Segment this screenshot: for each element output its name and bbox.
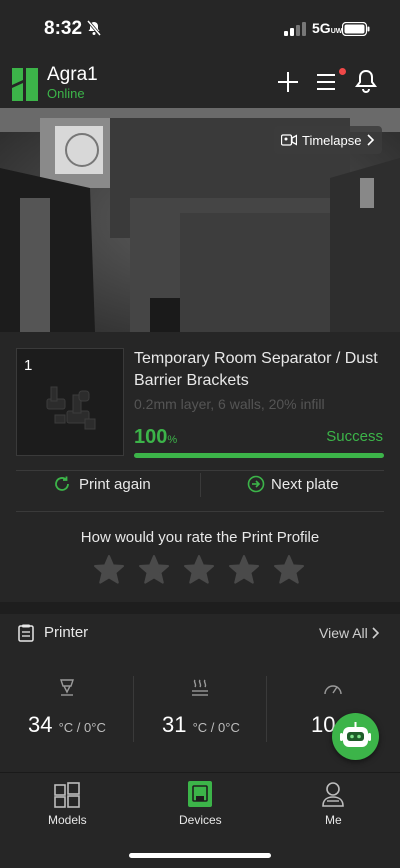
divider [266, 676, 267, 742]
chevron-right-icon [367, 134, 375, 146]
nozzle-temperature: 34 °C / 0°C [28, 712, 106, 737]
bell-muted-icon [86, 20, 102, 36]
model-preview-image [46, 386, 96, 430]
rating-star-icon[interactable] [273, 554, 305, 586]
job-status: Success [326, 428, 383, 445]
next-plate-label: Next plate [271, 476, 339, 493]
timelapse-label: Timelapse [302, 133, 362, 148]
nav-devices-label: Devices [179, 813, 222, 827]
device-name[interactable]: Agra1 [47, 64, 98, 86]
brand-logo-icon [12, 68, 38, 101]
printer-section-title: Printer [44, 624, 89, 641]
plate-number: 1 [24, 357, 33, 374]
rating-star-icon[interactable] [138, 554, 170, 586]
nozzle-icon [60, 679, 74, 696]
cube-models-icon [54, 782, 80, 808]
progress-bar-fill [134, 453, 384, 458]
bed-temperature: 31 °C / 0°C [162, 712, 240, 737]
rating-star-icon[interactable] [228, 554, 260, 586]
section-separator [0, 602, 400, 614]
speed-gauge-icon [324, 685, 342, 695]
notification-dot [339, 68, 346, 75]
divider [16, 470, 384, 471]
printer-device-icon [188, 781, 212, 807]
bell-icon[interactable] [355, 69, 377, 93]
add-icon[interactable] [276, 70, 300, 94]
progress-percent: 100% [134, 426, 178, 448]
signal-icon [284, 22, 306, 36]
user-profile-icon [322, 782, 344, 807]
job-title: Temporary Room Separator / Dust Barrier … [134, 350, 378, 389]
chevron-right-icon [372, 627, 380, 639]
assistant-button[interactable] [332, 713, 379, 760]
print-again-label: Print again [79, 476, 151, 493]
divider [200, 473, 201, 497]
home-indicator [129, 853, 271, 858]
view-all-link[interactable]: View All [319, 625, 368, 641]
nav-me-label: Me [325, 813, 342, 827]
menu-icon[interactable] [316, 72, 336, 92]
device-status: Online [47, 86, 85, 101]
rating-star-icon[interactable] [183, 554, 215, 586]
divider [16, 511, 384, 512]
printer-clipboard-icon [18, 624, 34, 642]
heatbed-icon [192, 679, 208, 696]
arrow-circle-right-icon [247, 475, 265, 493]
rating-star-icon[interactable] [93, 554, 125, 586]
divider [133, 676, 134, 742]
job-settings: 0.2mm layer, 6 walls, 20% infill [134, 396, 325, 412]
robot-icon [340, 722, 371, 747]
rating-question: How would you rate the Print Profile [80, 529, 320, 546]
status-time: 8:32 [44, 18, 83, 39]
network-label: 5GUW [312, 20, 343, 36]
nav-models-label: Models [48, 813, 87, 827]
refresh-icon [55, 476, 69, 491]
battery-icon [342, 22, 370, 36]
video-camera-icon [281, 134, 297, 146]
